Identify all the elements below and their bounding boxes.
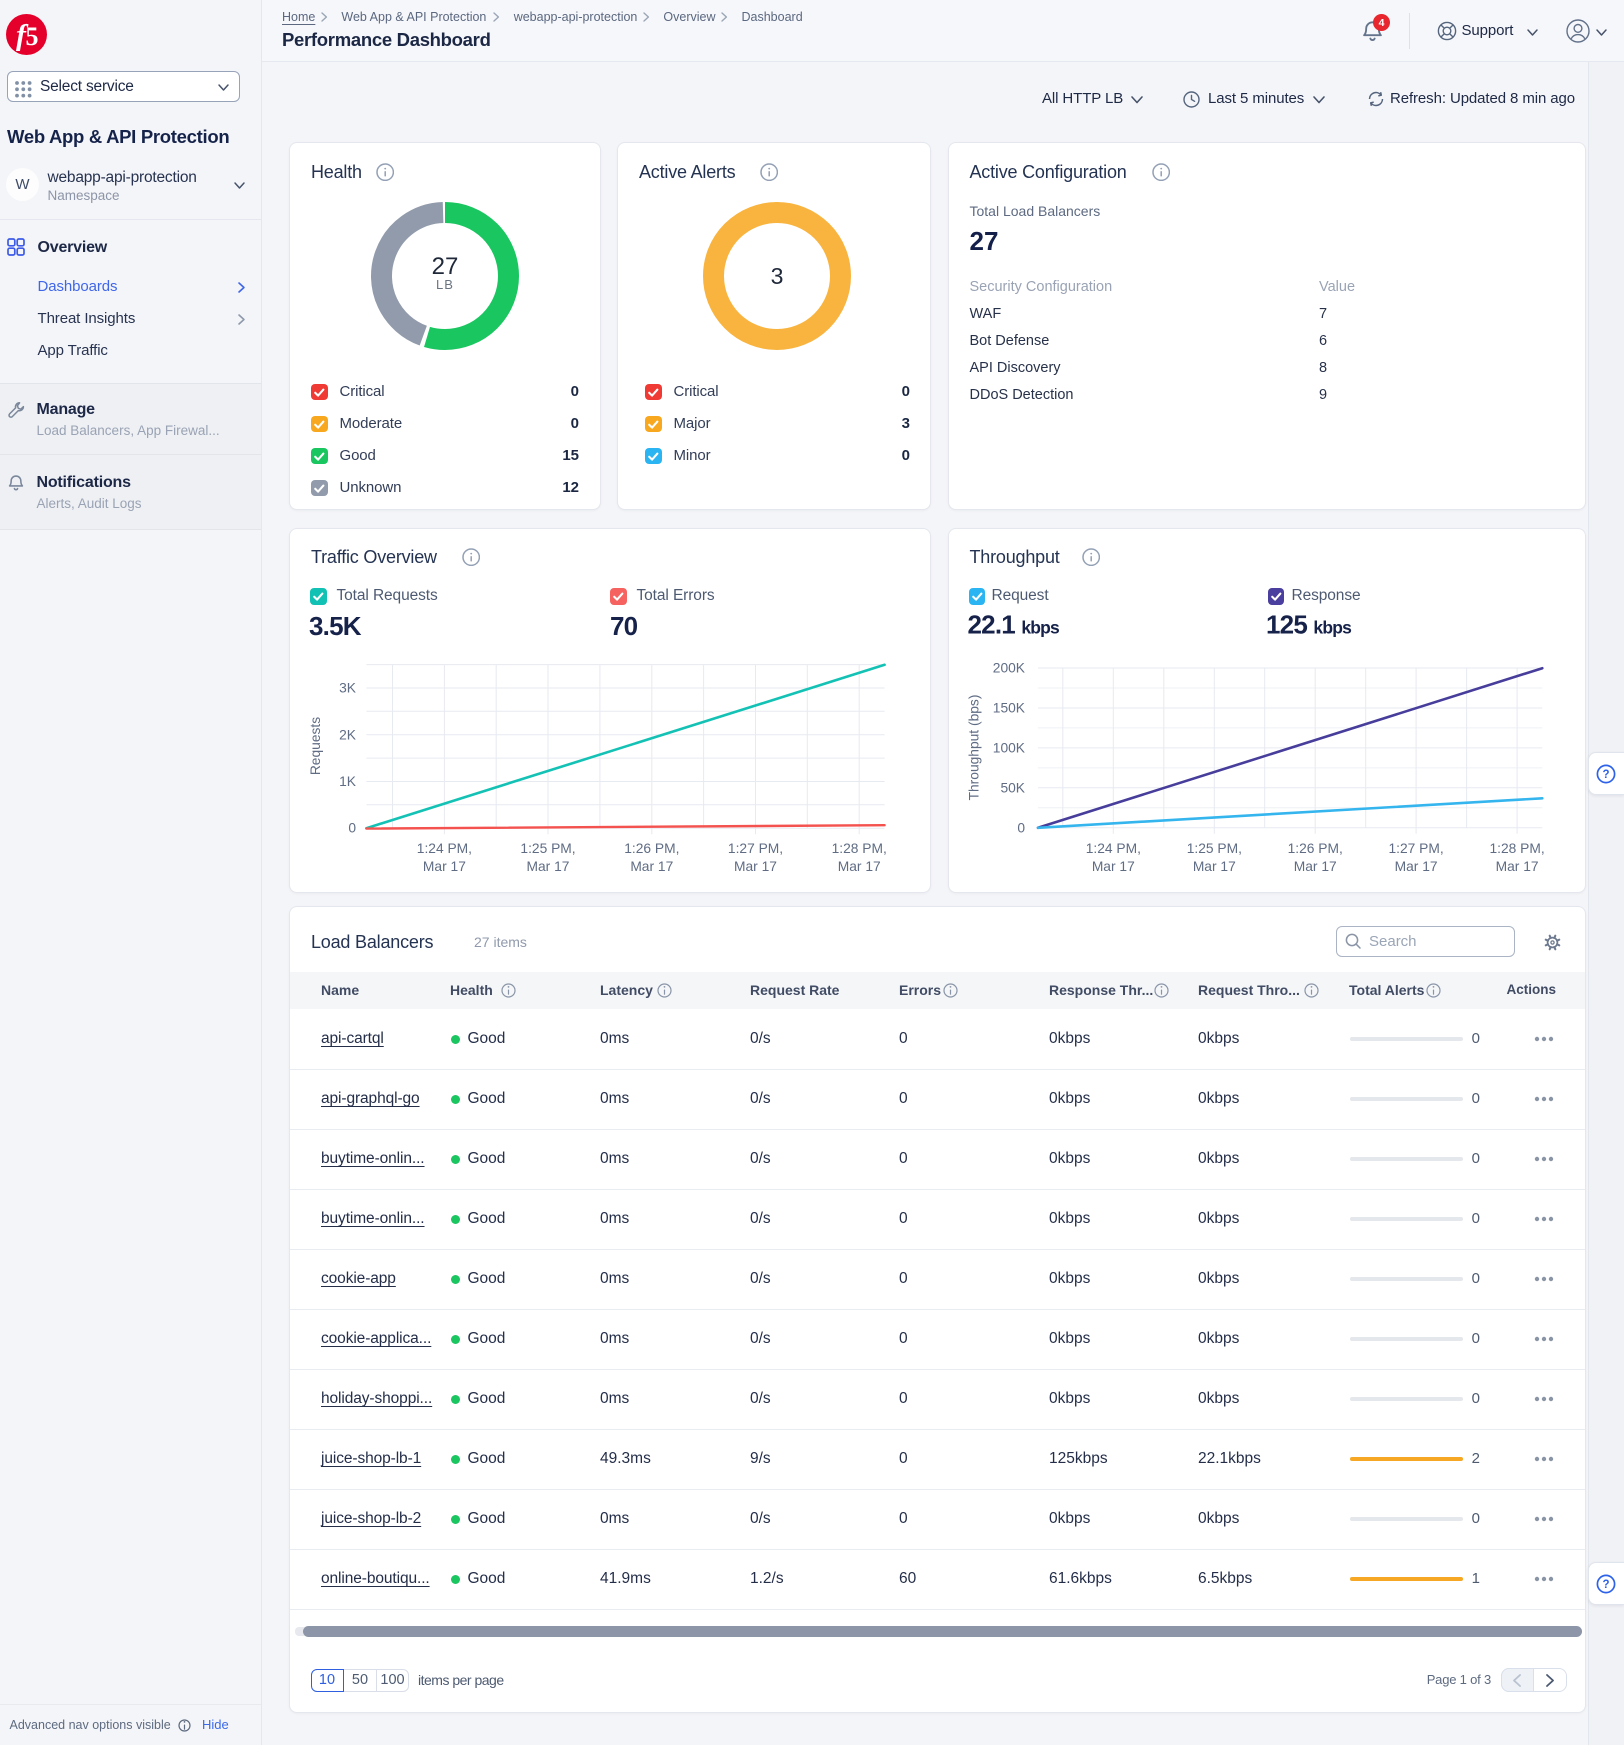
svg-text:?: ? [1602,1579,1609,1591]
svg-text:?: ? [1602,769,1609,781]
svg-text:5: 5 [26,22,39,51]
